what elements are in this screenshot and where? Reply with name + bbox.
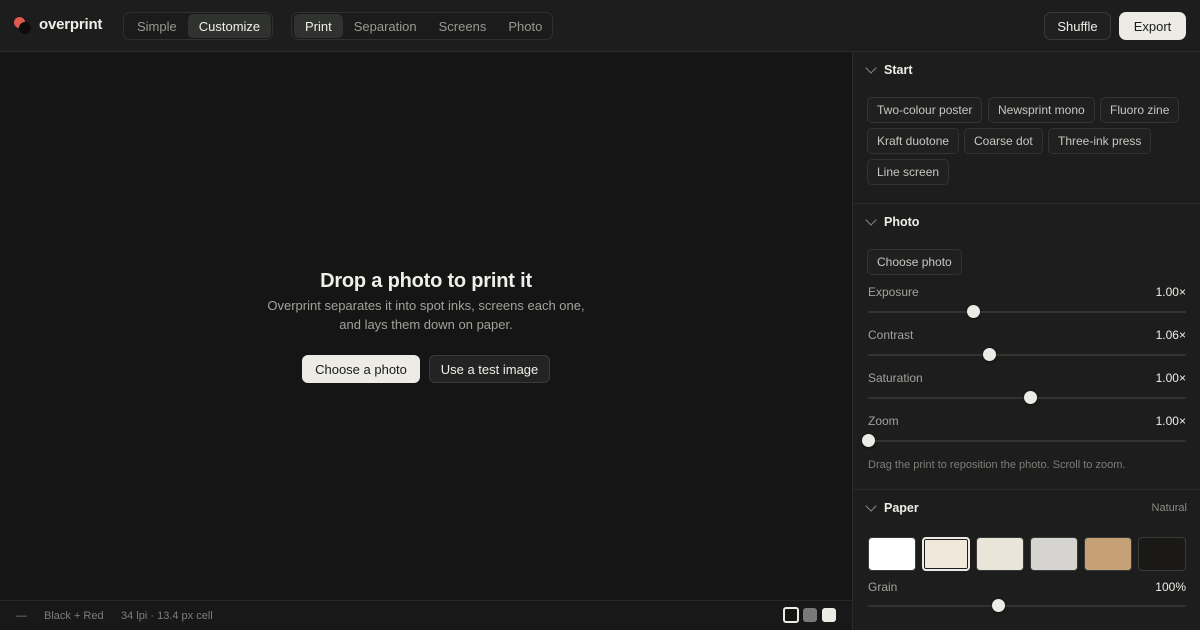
slider-thumb[interactable]	[862, 434, 875, 447]
contrast-slider[interactable]	[868, 348, 1186, 361]
preset-chip[interactable]: Kraft duotone	[867, 128, 960, 154]
slider-value-exposure: 1.00×	[1155, 285, 1186, 299]
section-title: Start	[884, 63, 913, 77]
shuffle-button[interactable]: Shuffle	[1044, 12, 1111, 40]
paper-swatch[interactable]	[976, 537, 1024, 571]
preset-chip[interactable]: Newsprint mono	[988, 97, 1095, 123]
view-tab-photo[interactable]: Photo	[497, 14, 553, 38]
slider-label-zoom: Zoom	[868, 414, 899, 428]
grain-slider[interactable]	[868, 599, 1186, 612]
choose-photo-button[interactable]: Choose a photo	[302, 355, 420, 383]
settings-sidebar: Start Two-colour poster Newsprint mono F…	[852, 52, 1200, 630]
status-dash: —	[16, 610, 27, 622]
empty-state-description-line: and lays them down on paper.	[339, 317, 513, 332]
slider-label-grain: Grain	[868, 580, 898, 594]
mode-tab-simple[interactable]: Simple	[126, 14, 188, 38]
print-canvas[interactable]: Drop a photo to print it Overprint separ…	[0, 52, 852, 600]
background-grey-toggle[interactable]	[803, 608, 817, 622]
use-test-image-button[interactable]: Use a test image	[429, 355, 550, 383]
section-header-paper[interactable]: Paper Natural	[853, 490, 1200, 526]
exposure-slider[interactable]	[868, 305, 1186, 318]
view-tab-print[interactable]: Print	[294, 14, 343, 38]
slider-value-grain: 100%	[1155, 580, 1186, 594]
view-tabs: Print Separation Screens Photo	[291, 12, 553, 40]
slider-label-saturation: Saturation	[868, 371, 923, 385]
paper-swatch[interactable]	[868, 537, 916, 571]
chevron-down-icon	[865, 62, 877, 74]
slider-value-saturation: 1.00×	[1155, 371, 1186, 385]
empty-state-title: Drop a photo to print it	[320, 270, 532, 292]
preset-chip[interactable]: Coarse dot	[964, 128, 1043, 154]
section-title: Photo	[884, 215, 920, 229]
chevron-down-icon	[865, 214, 877, 226]
slider-value-zoom: 1.00×	[1155, 414, 1186, 428]
background-dark-toggle[interactable]	[783, 607, 799, 623]
slider-thumb[interactable]	[982, 348, 996, 361]
section-title: Paper	[884, 501, 919, 515]
paper-swatch[interactable]	[922, 537, 970, 571]
empty-state-description-line: Overprint separates it into spot inks, s…	[267, 298, 585, 313]
preset-chip[interactable]: Two-colour poster	[867, 97, 983, 123]
zoom-slider[interactable]	[862, 434, 1186, 447]
empty-state-description: Overprint separates it into spot inks, s…	[226, 296, 626, 334]
section-header-start[interactable]: Start	[853, 52, 1200, 88]
slider-thumb[interactable]	[992, 599, 1006, 612]
view-tab-separation[interactable]: Separation	[343, 14, 428, 38]
preset-chip[interactable]: Fluoro zine	[1100, 97, 1180, 123]
slider-value-contrast: 1.06×	[1155, 328, 1186, 342]
status-inks: Black + Red	[44, 610, 104, 622]
section-header-photo[interactable]: Photo	[853, 204, 1200, 240]
top-bar: overprint Simple Customize Print Separat…	[0, 0, 1200, 52]
export-button[interactable]: Export	[1119, 12, 1186, 40]
choose-photo-chip[interactable]: Choose photo	[867, 249, 962, 275]
background-light-toggle[interactable]	[822, 608, 836, 622]
slider-thumb[interactable]	[966, 305, 980, 318]
paper-name: Natural	[1151, 502, 1187, 514]
preset-chip[interactable]: Three-ink press	[1048, 128, 1152, 154]
saturation-slider[interactable]	[868, 391, 1186, 404]
paper-swatch[interactable]	[1138, 537, 1186, 571]
mode-switch: Simple Customize	[123, 12, 273, 40]
paper-swatch[interactable]	[1030, 537, 1078, 571]
paper-swatch[interactable]	[1084, 537, 1132, 571]
slider-label-contrast: Contrast	[868, 328, 914, 342]
status-screen-info: 34 lpi · 13.4 px cell	[121, 610, 213, 622]
status-bar: — Black + Red 34 lpi · 13.4 px cell	[0, 600, 852, 630]
preset-chip[interactable]: Line screen	[867, 159, 950, 185]
chevron-down-icon	[865, 500, 877, 512]
slider-label-exposure: Exposure	[868, 285, 919, 299]
slider-thumb[interactable]	[1024, 391, 1038, 404]
overprint-logo-icon	[14, 17, 32, 35]
view-tab-screens[interactable]: Screens	[428, 14, 498, 38]
photo-hint: Drag the print to reposition the photo. …	[868, 459, 1126, 471]
mode-tab-customize[interactable]: Customize	[187, 14, 272, 38]
app-name: overprint	[39, 16, 103, 33]
